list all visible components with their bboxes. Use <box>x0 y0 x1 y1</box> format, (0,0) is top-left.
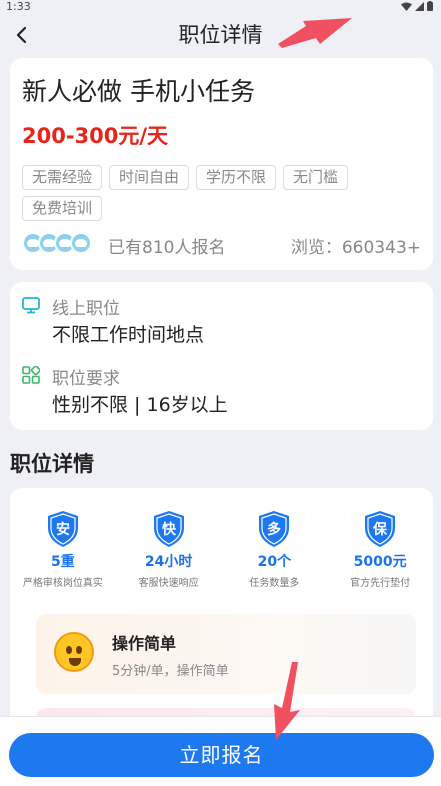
shield-char: 保 <box>372 521 388 538</box>
feature-item: 快 24小时 客服快速响应 <box>119 510 219 589</box>
feature-value: 5重 <box>51 554 75 570</box>
status-time: 1:33 <box>6 0 31 13</box>
location-label: 线上职位 <box>52 299 120 319</box>
tag-item: 免费培训 <box>22 196 103 221</box>
tag-item: 学历不限 <box>196 165 277 190</box>
job-info-card: 线上职位 不限工作时间地点 职位要求 性别不限 | 16岁以上 <box>10 282 433 430</box>
feature-item: 多 20个 任务数量多 <box>224 510 324 589</box>
annotation-arrow-icon <box>274 662 300 740</box>
job-tags: 无需经验 时间自由 学历不限 无门槛 免费培训 <box>22 165 392 221</box>
feature-highlight-card: 操作简单 5分钟/单，操作简单 <box>36 614 416 694</box>
emoji-icon <box>54 632 94 672</box>
tag-item: 无门槛 <box>283 165 349 190</box>
feature-value: 20个 <box>257 554 292 570</box>
apply-button[interactable]: 立即报名 <box>9 733 434 777</box>
shield-icon: 安 <box>47 511 78 547</box>
feature-list: 安 5重 严格审核岗位真实 快 24小时 客服快速响应 多 20个 任务数量多 <box>10 510 433 589</box>
tag-item: 无需经验 <box>22 165 103 190</box>
shield-char: 多 <box>267 521 281 538</box>
shield-icon: 快 <box>153 511 184 547</box>
status-bar: 1:33 <box>0 0 441 14</box>
nav-bar: 职位详情 <box>0 14 441 58</box>
applicant-avatars <box>22 232 92 254</box>
salary: 200-300元/天 <box>22 124 169 148</box>
avatar <box>70 232 92 254</box>
signal-icon <box>415 1 424 11</box>
tag-item: 时间自由 <box>109 165 190 190</box>
shield-char: 快 <box>162 521 177 538</box>
view-count: 浏览：660343+ <box>290 238 421 258</box>
grid-apps-icon <box>22 366 40 384</box>
monitor-icon <box>22 297 40 314</box>
feature-item: 保 5000元 官方先行垫付 <box>330 510 430 589</box>
requirement-value: 性别不限 | 16岁以上 <box>52 394 228 416</box>
feature-desc: 严格审核岗位真实 <box>22 578 103 589</box>
location-value: 不限工作时间地点 <box>52 324 205 346</box>
signup-count: 已有810人报名 <box>108 238 226 258</box>
feature-desc: 官方先行垫付 <box>350 578 411 589</box>
shield-icon: 多 <box>259 511 290 547</box>
details-section-title: 职位详情 <box>10 452 94 476</box>
wifi-icon <box>401 2 412 11</box>
requirement-label: 职位要求 <box>52 369 120 389</box>
status-icons <box>401 1 433 11</box>
shield-icon: 保 <box>365 511 396 547</box>
annotation-arrow-icon <box>278 18 352 48</box>
job-summary-card: 新人必做 手机小任务 200-300元/天 无需经验 时间自由 学历不限 无门槛… <box>10 58 433 270</box>
shield-char: 安 <box>56 521 70 538</box>
job-title: 新人必做 手机小任务 <box>22 77 255 106</box>
feature-highlight-desc: 5分钟/单，操作简单 <box>112 664 229 679</box>
feature-highlight-title: 操作简单 <box>112 634 177 653</box>
bottom-action-bar: 立即报名 <box>0 716 441 786</box>
feature-desc: 任务数量多 <box>249 578 300 589</box>
battery-icon <box>427 1 433 11</box>
feature-item: 安 5重 严格审核岗位真实 <box>13 510 113 589</box>
feature-value: 24小时 <box>144 554 193 570</box>
page-title: 职位详情 <box>178 23 263 47</box>
feature-value: 5000元 <box>353 554 407 570</box>
feature-desc: 客服快速响应 <box>138 578 199 589</box>
